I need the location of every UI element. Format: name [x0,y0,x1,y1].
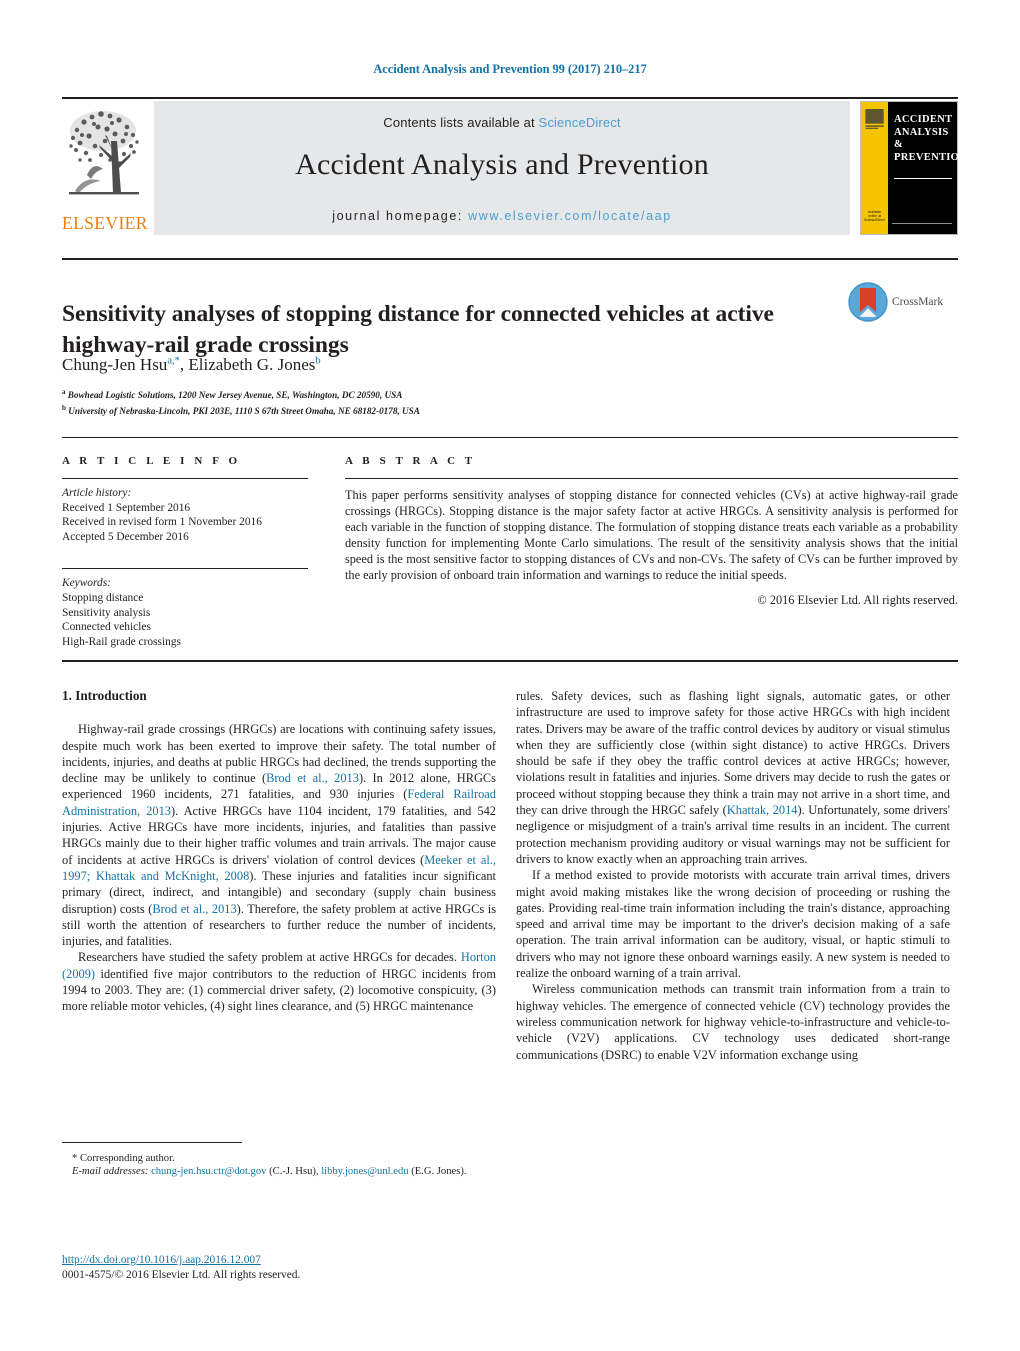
contents-prefix: Contents lists available at [383,115,539,130]
author-list: Chung-Jen Hsua,*, Elizabeth G. Jonesb [62,355,822,375]
contents-line: Contents lists available at ScienceDirec… [154,115,850,130]
author-name-2: Elizabeth G. Jones [188,355,316,374]
cover-yellow-strip: available online at ScienceDirect [861,102,888,234]
doi-block: http://dx.doi.org/10.1016/j.aap.2016.12.… [62,1253,496,1283]
email-link-2[interactable]: libby.jones@unl.edu [321,1166,408,1177]
homepage-url-link[interactable]: www.elsevier.com/locate/aap [468,209,672,223]
issn-copyright-line: 0001-4575/© 2016 Elsevier Ltd. All right… [62,1269,301,1281]
affiliation-text-b: University of Nebraska-Lincoln, PKI 203E… [68,405,420,416]
paragraph: rules. Safety devices, such as flashing … [516,689,950,866]
abstract-text: This paper performs sensitivity analyses… [345,488,958,582]
title-divider [62,258,958,260]
footnote-divider [62,1142,242,1143]
cover-line-2: ANALYSIS [894,126,949,138]
email-owner-1: (C.-J. Hsu), [269,1166,319,1178]
body-column-left: 1. Introduction Highway-rail grade cross… [62,688,496,1148]
homepage-prefix: journal homepage: [332,209,469,223]
cover-line-4: PREVENTION [894,151,968,163]
paragraph: Wireless communication methods can trans… [516,982,950,1062]
homepage-line: journal homepage: www.elsevier.com/locat… [154,209,850,223]
elsevier-logo: ELSEVIER [62,101,148,235]
body-column-right: rules. Safety devices, such as flashing … [516,688,950,1228]
email-owner-2: (E.G. Jones). [411,1166,467,1178]
history-item-0: Received 1 September 2016 [62,501,191,514]
author-affil-mark-1: a, [167,355,175,367]
crossmark-label: CrossMark [892,296,944,308]
abstract-copyright: © 2016 Elsevier Ltd. All rights reserved… [757,593,958,608]
email-label: E-mail addresses: [72,1166,149,1178]
cover-line-3: & [894,139,904,150]
corresponding-text: Corresponding author. [79,1153,175,1164]
cover-line-1: ACCIDENT [894,114,953,125]
journal-masthead: ELSEVIER Contents lists available at Sci… [62,97,968,235]
doi-link[interactable]: http://dx.doi.org/10.1016/j.aap.2016.12.… [62,1254,261,1266]
author-affil-mark-2: b [315,355,321,367]
corresponding-author-note: * Corresponding author. [62,1152,496,1165]
affiliation-list: a Bowhead Logistic Solutions, 1200 New J… [62,386,822,417]
affiliation-a: a Bowhead Logistic Solutions, 1200 New J… [62,386,822,402]
abstract-bottom-divider [62,660,958,662]
elsevier-wordmark: ELSEVIER [62,213,148,233]
email-link-1[interactable]: chung-jen.hsu.ctr@dot.gov [151,1166,266,1177]
page-title: Sensitivity analyses of stopping distanc… [62,300,774,358]
affiliation-text-a: Bowhead Logistic Solutions, 1200 New Jer… [67,390,403,401]
affiliation-b: b University of Nebraska-Lincoln, PKI 20… [62,402,822,418]
keywords-label: Keywords: [62,577,111,590]
cover-bottom-divider [892,223,952,224]
abstract-section-divider [62,437,958,438]
elsevier-tree-icon [69,111,139,195]
journal-cover-thumbnail: available online at ScienceDirect ACCIDE… [860,101,968,235]
history-item-1: Received in revised form 1 November 2016 [62,516,262,529]
sciencedirect-link[interactable]: ScienceDirect [539,115,621,130]
paragraph: If a method existed to provide motorists… [516,868,950,981]
keywords-block: Keywords: Stopping distance Sensitivity … [62,569,308,649]
cover-strip-caption: available online at ScienceDirect [864,210,885,222]
email-note: E-mail addresses: chung-jen.hsu.ctr@dot.… [62,1165,496,1178]
article-history-label: Article history: [62,487,132,499]
affiliation-mark-a: a [62,388,66,396]
corresponding-marker: * [72,1153,78,1164]
crossmark-icon [848,282,888,322]
paragraph: Highway-rail grade crossings (HRGCs) are… [62,722,497,949]
crossmark-badge[interactable]: CrossMark [848,282,958,328]
article-history-block: Article history: Received 1 September 20… [62,479,308,544]
abstract-column: A B S T R A C T This paper performs sens… [345,455,958,608]
author-name-1: Chung-Jen Hsu [62,355,168,374]
journal-title: Accident Analysis and Prevention [295,148,709,181]
section-heading-introduction: 1. Introduction [62,688,147,703]
footnote-block: * Corresponding author. E-mail addresses… [62,1152,496,1179]
history-item-2: Accepted 5 December 2016 [62,530,189,543]
cover-elsevier-tree-icon [865,109,884,129]
abstract-heading: A B S T R A C T [345,455,476,467]
masthead-panel: Contents lists available at ScienceDirec… [154,101,850,235]
keyword-3: High-Rail grade crossings [62,635,181,648]
article-info-heading: A R T I C L E I N F O [62,455,241,467]
affiliation-mark-b: b [62,403,66,412]
keyword-0: Stopping distance [62,591,144,604]
paper-page: Accident Analysis and Prevention 99 (201… [0,0,1020,1351]
keyword-1: Sensitivity analysis [62,606,151,619]
paragraph: Researchers have studied the safety prob… [62,950,496,1014]
article-info-column: A R T I C L E I N F O Article history: R… [62,455,308,649]
cover-title-text: ACCIDENT ANALYSIS & PREVENTION [894,114,968,164]
running-head: Accident Analysis and Prevention 99 (201… [373,62,647,76]
cover-divider [894,178,952,179]
keyword-2: Connected vehicles [62,621,151,634]
